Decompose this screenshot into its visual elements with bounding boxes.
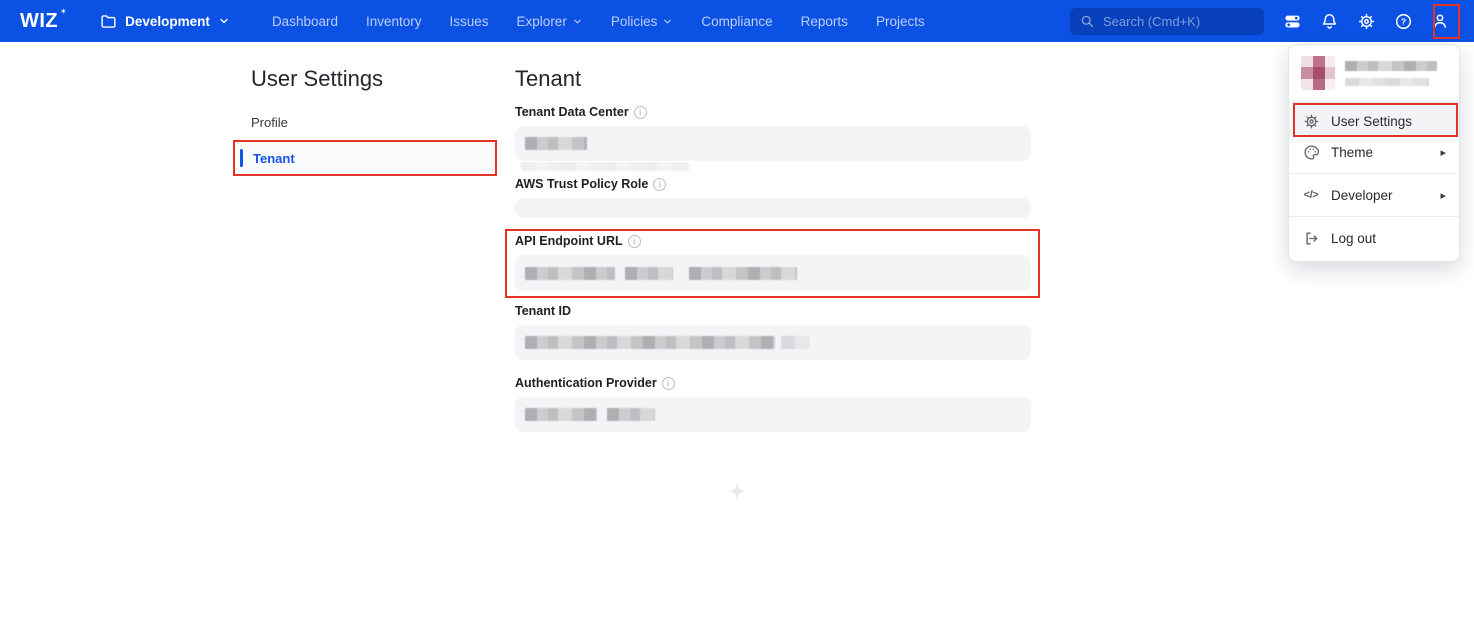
chevron-down-icon bbox=[572, 16, 583, 27]
menu-item-theme[interactable]: Theme ▸ bbox=[1289, 137, 1459, 167]
gear-icon bbox=[1302, 112, 1320, 130]
nav-explorer[interactable]: Explorer bbox=[503, 0, 597, 42]
code-icon: </> bbox=[1302, 186, 1320, 204]
nav-compliance[interactable]: Compliance bbox=[687, 0, 786, 42]
redacted-value bbox=[525, 408, 597, 421]
field-label: Authentication Provider bbox=[515, 376, 1031, 390]
logout-icon bbox=[1302, 229, 1320, 247]
search-input[interactable] bbox=[1103, 14, 1254, 29]
field-tenant-data-center: Tenant Data Center bbox=[515, 105, 1031, 161]
user-name-email-redacted bbox=[1345, 61, 1437, 86]
nav-projects[interactable]: Projects bbox=[862, 0, 939, 42]
field-label: AWS Trust Policy Role bbox=[515, 177, 1031, 191]
field-label: Tenant Data Center bbox=[515, 105, 1031, 119]
field-label: API Endpoint URL bbox=[515, 234, 1031, 248]
logo-sparkle-icon: ✶ bbox=[60, 7, 67, 16]
redacted-user-name bbox=[1345, 61, 1437, 71]
field-value-box[interactable] bbox=[515, 126, 1031, 161]
main-nav: Dashboard Inventory Issues Explorer Poli… bbox=[258, 0, 939, 42]
search-icon bbox=[1080, 14, 1095, 29]
stack-icon[interactable] bbox=[1282, 11, 1302, 31]
palette-icon bbox=[1302, 143, 1320, 161]
active-indicator-bar bbox=[240, 149, 243, 167]
global-search[interactable] bbox=[1070, 8, 1264, 35]
field-aws-trust-policy-role: AWS Trust Policy Role bbox=[515, 177, 1031, 218]
menu-item-log-out[interactable]: Log out bbox=[1289, 223, 1459, 253]
nav-dashboard[interactable]: Dashboard bbox=[258, 0, 352, 42]
info-icon[interactable] bbox=[653, 178, 666, 191]
topbar-actions: ? bbox=[1282, 11, 1450, 31]
redacted-value bbox=[607, 408, 655, 421]
info-icon[interactable] bbox=[662, 377, 675, 390]
info-icon[interactable] bbox=[628, 235, 641, 248]
menu-item-user-settings[interactable]: User Settings bbox=[1289, 105, 1459, 137]
wiz-logo[interactable]: WIZ✶ bbox=[20, 10, 66, 33]
user-dropdown-menu: User Settings Theme ▸ </> Developer ▸ Lo… bbox=[1288, 44, 1460, 262]
field-value-box[interactable] bbox=[515, 397, 1031, 432]
redacted-value bbox=[521, 162, 689, 171]
info-icon[interactable] bbox=[634, 106, 647, 119]
menu-divider bbox=[1289, 216, 1459, 217]
sidebar-item-profile[interactable]: Profile bbox=[251, 115, 288, 130]
menu-item-developer[interactable]: </> Developer ▸ bbox=[1289, 180, 1459, 210]
nav-reports[interactable]: Reports bbox=[787, 0, 862, 42]
redacted-value bbox=[525, 137, 587, 150]
field-api-endpoint-url: API Endpoint URL bbox=[515, 234, 1031, 291]
field-tenant-id: Tenant ID bbox=[515, 304, 1031, 360]
redacted-user-email bbox=[1345, 78, 1429, 86]
page-title: User Settings bbox=[251, 66, 383, 92]
help-icon[interactable]: ? bbox=[1393, 11, 1413, 31]
field-authentication-provider: Authentication Provider bbox=[515, 376, 1031, 432]
sparkle-icon bbox=[726, 481, 748, 503]
field-label: Tenant ID bbox=[515, 304, 1031, 318]
nav-inventory[interactable]: Inventory bbox=[352, 0, 436, 42]
user-info bbox=[1289, 45, 1459, 100]
submenu-arrow-icon: ▸ bbox=[1440, 146, 1446, 159]
folder-icon bbox=[100, 13, 117, 30]
topbar: WIZ✶ Development Dashboard Inventory Iss… bbox=[0, 0, 1474, 42]
nav-policies[interactable]: Policies bbox=[597, 0, 688, 42]
redacted-value bbox=[689, 267, 797, 280]
menu-divider bbox=[1289, 173, 1459, 174]
user-account-icon[interactable] bbox=[1430, 11, 1450, 31]
notifications-bell-icon[interactable] bbox=[1319, 11, 1339, 31]
menu-divider bbox=[1289, 102, 1459, 103]
field-value-box[interactable] bbox=[515, 325, 1031, 360]
svg-text:?: ? bbox=[1400, 16, 1405, 26]
chevron-down-icon bbox=[662, 16, 673, 27]
field-value-box[interactable] bbox=[515, 255, 1031, 291]
redacted-value bbox=[625, 267, 673, 280]
redacted-value bbox=[525, 267, 615, 280]
submenu-arrow-icon: ▸ bbox=[1440, 189, 1446, 202]
redacted-value bbox=[781, 336, 809, 349]
settings-gear-icon[interactable] bbox=[1356, 11, 1376, 31]
section-title: Tenant bbox=[515, 66, 581, 92]
project-switcher[interactable]: Development bbox=[100, 13, 230, 30]
avatar bbox=[1301, 56, 1335, 90]
sidebar-item-tenant[interactable]: Tenant bbox=[233, 140, 497, 176]
nav-issues[interactable]: Issues bbox=[436, 0, 503, 42]
chevron-down-icon bbox=[218, 15, 230, 27]
redacted-value bbox=[525, 336, 775, 349]
project-label: Development bbox=[125, 14, 210, 29]
field-value-box[interactable] bbox=[515, 198, 1031, 218]
